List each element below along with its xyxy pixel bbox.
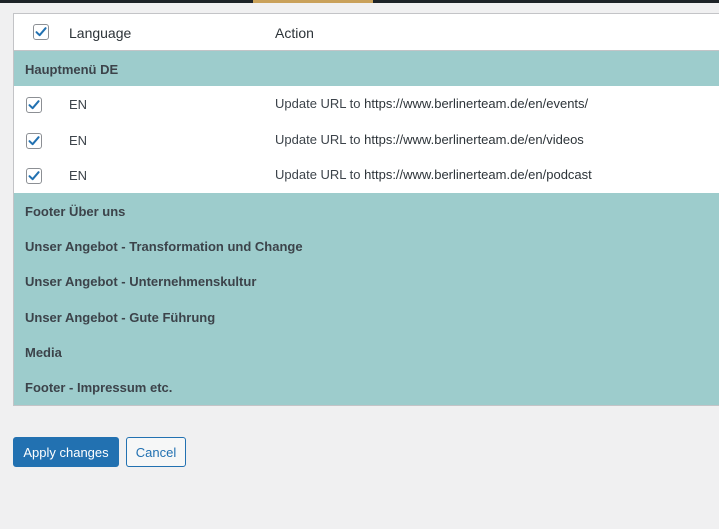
- checkmark-icon: [35, 27, 47, 37]
- row-checkbox[interactable]: [26, 97, 42, 113]
- group-row: Unser Angebot - Transformation und Chang…: [14, 227, 719, 264]
- checkmark-icon: [28, 100, 40, 110]
- row-language: EN: [69, 132, 88, 148]
- group-row: Unser Angebot - Gute Führung: [14, 298, 719, 335]
- group-row: Media: [14, 334, 719, 370]
- row-action: Update URL to https://www.berlinerteam.d…: [275, 132, 584, 147]
- group-title: Footer Über uns: [25, 203, 126, 219]
- group-title: Unser Angebot - Gute Führung: [25, 309, 216, 325]
- row-action: Update URL to https://www.berlinerteam.d…: [275, 167, 592, 182]
- row-checkbox[interactable]: [26, 168, 42, 184]
- row-checkbox[interactable]: [26, 132, 42, 149]
- table-row: EN Update URL to https://www.berlinertea…: [14, 121, 719, 157]
- action-url: https://www.berlinerteam.de/en/podcast: [364, 167, 592, 182]
- apply-changes-button[interactable]: Apply changes: [13, 437, 119, 467]
- group-row: Unser Angebot - Unternehmenskultur: [14, 263, 719, 299]
- column-header-language: Language: [69, 25, 132, 41]
- group-row: Footer - Impressum etc.: [14, 369, 719, 405]
- group-title: Hauptmenü DE: [25, 62, 119, 77]
- table-header: Language Action: [14, 14, 719, 51]
- table-row: EN Update URL to https://www.berlinertea…: [14, 86, 719, 122]
- group-row: Footer Über uns: [14, 192, 719, 228]
- row-language: EN: [69, 97, 88, 112]
- column-header-action: Action: [275, 25, 314, 41]
- select-all-checkbox[interactable]: [33, 24, 49, 40]
- row-action: Update URL to https://www.berlinerteam.d…: [275, 96, 588, 111]
- menu-sync-table: Language Action Hauptmenü DE EN Update U…: [13, 13, 719, 406]
- action-prefix: Update URL to: [275, 96, 361, 111]
- group-title: Unser Angebot - Transformation und Chang…: [25, 238, 303, 254]
- group-row: Hauptmenü DE: [14, 51, 719, 86]
- group-title: Media: [25, 345, 62, 361]
- table-row: EN Update URL to https://www.berlinertea…: [14, 157, 719, 193]
- group-title: Footer - Impressum etc.: [25, 380, 173, 396]
- row-language: EN: [69, 168, 88, 183]
- action-url: https://www.berlinerteam.de/en/events/: [364, 96, 589, 111]
- checkmark-icon: [28, 135, 40, 145]
- action-url: https://www.berlinerteam.de/en/videos: [364, 131, 584, 147]
- cancel-button[interactable]: Cancel: [126, 437, 186, 467]
- admin-top-bar: [0, 0, 719, 3]
- group-title: Unser Angebot - Unternehmenskultur: [25, 274, 257, 290]
- active-tab-indicator: [253, 0, 373, 3]
- action-prefix: Update URL to: [275, 131, 361, 147]
- checkmark-icon: [28, 171, 40, 181]
- action-prefix: Update URL to: [275, 167, 361, 182]
